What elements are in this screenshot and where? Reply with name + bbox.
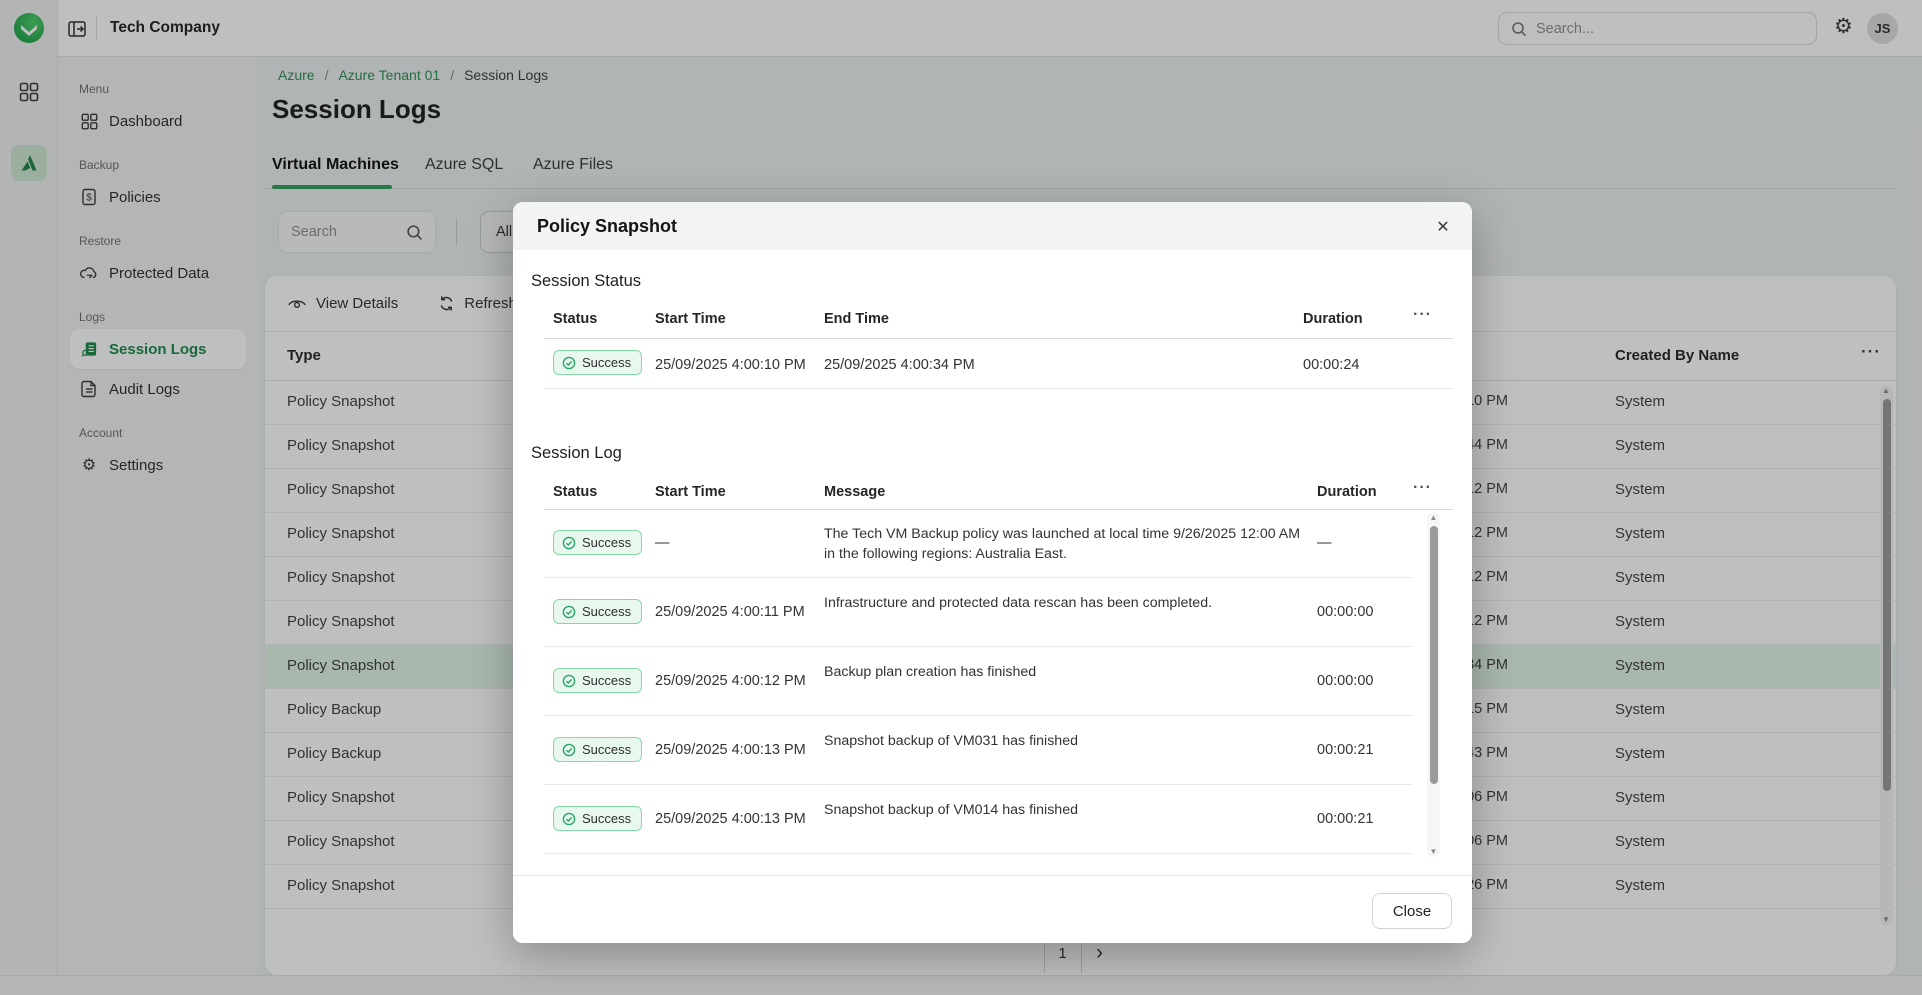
cell-start-time: 25/09/2025 4:00:11 PM bbox=[655, 604, 805, 620]
session-log-row: Success 25/09/2025 4:00:13 PM Snapshot b… bbox=[513, 716, 1472, 785]
check-circle-icon bbox=[562, 536, 576, 550]
close-button[interactable]: Close bbox=[1372, 893, 1452, 929]
status-badge: Success bbox=[553, 668, 642, 693]
col-status[interactable]: Status bbox=[553, 311, 597, 327]
status-badge-label: Success bbox=[582, 742, 631, 757]
col-end[interactable]: End Time bbox=[824, 311, 889, 327]
col-duration[interactable]: Duration bbox=[1317, 484, 1377, 500]
policy-snapshot-modal: Policy Snapshot ✕ Session Status Status … bbox=[513, 202, 1472, 943]
modal-title: Policy Snapshot bbox=[537, 216, 677, 237]
row-divider bbox=[544, 388, 1453, 389]
cell-start-time: — bbox=[655, 535, 670, 551]
cell-message: Snapshot backup of VM014 has finished bbox=[824, 800, 1302, 820]
modal-header: Policy Snapshot bbox=[513, 202, 1472, 250]
modal-close-icon[interactable]: ✕ bbox=[1430, 214, 1456, 240]
cell-start-time: 25/09/2025 4:00:13 PM bbox=[655, 811, 806, 827]
status-badge: Success bbox=[553, 599, 642, 624]
check-circle-icon bbox=[562, 812, 576, 826]
scroll-up-icon[interactable]: ▲ bbox=[1430, 513, 1438, 522]
session-log-list[interactable]: Success — The Tech VM Backup policy was … bbox=[513, 509, 1472, 860]
log-table-menu-icon[interactable]: ··· bbox=[1413, 479, 1432, 497]
cell-message: Backup plan creation has finished bbox=[824, 662, 1302, 682]
cell-duration: 00:00:21 bbox=[1317, 811, 1373, 827]
check-circle-icon bbox=[562, 356, 576, 370]
header-underline bbox=[544, 338, 1453, 339]
status-badge-label: Success bbox=[582, 604, 631, 619]
check-circle-icon bbox=[562, 743, 576, 757]
check-circle-icon bbox=[562, 605, 576, 619]
status-badge: Success bbox=[553, 806, 642, 831]
cell-duration: 00:00:21 bbox=[1317, 742, 1373, 758]
cell-start-time: 25/09/2025 4:00:10 PM bbox=[655, 357, 806, 373]
status-badge-label: Success bbox=[582, 535, 631, 550]
status-badge-label: Success bbox=[582, 673, 631, 688]
cell-duration: 00:00:00 bbox=[1317, 604, 1373, 620]
session-log-row: Success 25/09/2025 4:00:13 PM Snapshot b… bbox=[513, 785, 1472, 854]
status-badge: Success bbox=[553, 350, 642, 375]
cell-start-time: 25/09/2025 4:00:13 PM bbox=[655, 742, 806, 758]
status-table-menu-icon[interactable]: ··· bbox=[1413, 306, 1432, 324]
cell-end-time: 25/09/2025 4:00:34 PM bbox=[824, 357, 975, 373]
scrollbar-thumb[interactable] bbox=[1430, 526, 1438, 784]
check-circle-icon bbox=[562, 674, 576, 688]
session-log-row: Success — The Tech VM Backup policy was … bbox=[513, 509, 1472, 578]
session-log-row: Success 25/09/2025 4:00:11 PM Infrastruc… bbox=[513, 578, 1472, 647]
session-log-row: Success 25/09/2025 4:00:12 PM Backup pla… bbox=[513, 647, 1472, 716]
col-message[interactable]: Message bbox=[824, 484, 885, 500]
cell-message: The Tech VM Backup policy was launched a… bbox=[824, 524, 1302, 564]
col-duration[interactable]: Duration bbox=[1303, 311, 1363, 327]
modal-footer: Close bbox=[513, 875, 1472, 943]
cell-start-time: 25/09/2025 4:00:12 PM bbox=[655, 673, 806, 689]
cell-message: Snapshot backup of VM031 has finished bbox=[824, 731, 1302, 751]
status-badge: Success bbox=[553, 530, 642, 555]
status-badge-label: Success bbox=[582, 811, 631, 826]
col-start[interactable]: Start Time bbox=[655, 311, 726, 327]
status-badge-label: Success bbox=[582, 355, 631, 370]
cell-duration: 00:00:24 bbox=[1303, 357, 1359, 373]
status-badge: Success bbox=[553, 737, 642, 762]
col-status[interactable]: Status bbox=[553, 484, 597, 500]
scroll-down-icon[interactable]: ▼ bbox=[1430, 847, 1438, 856]
session-log-heading: Session Log bbox=[531, 444, 622, 463]
session-status-heading: Session Status bbox=[531, 272, 641, 291]
cell-duration: — bbox=[1317, 535, 1332, 551]
col-start[interactable]: Start Time bbox=[655, 484, 726, 500]
cell-duration: 00:00:00 bbox=[1317, 673, 1373, 689]
cell-message: Infrastructure and protected data rescan… bbox=[824, 593, 1302, 613]
session-log-scrollbar[interactable]: ▲ ▼ bbox=[1427, 512, 1440, 857]
row-divider bbox=[544, 853, 1413, 854]
